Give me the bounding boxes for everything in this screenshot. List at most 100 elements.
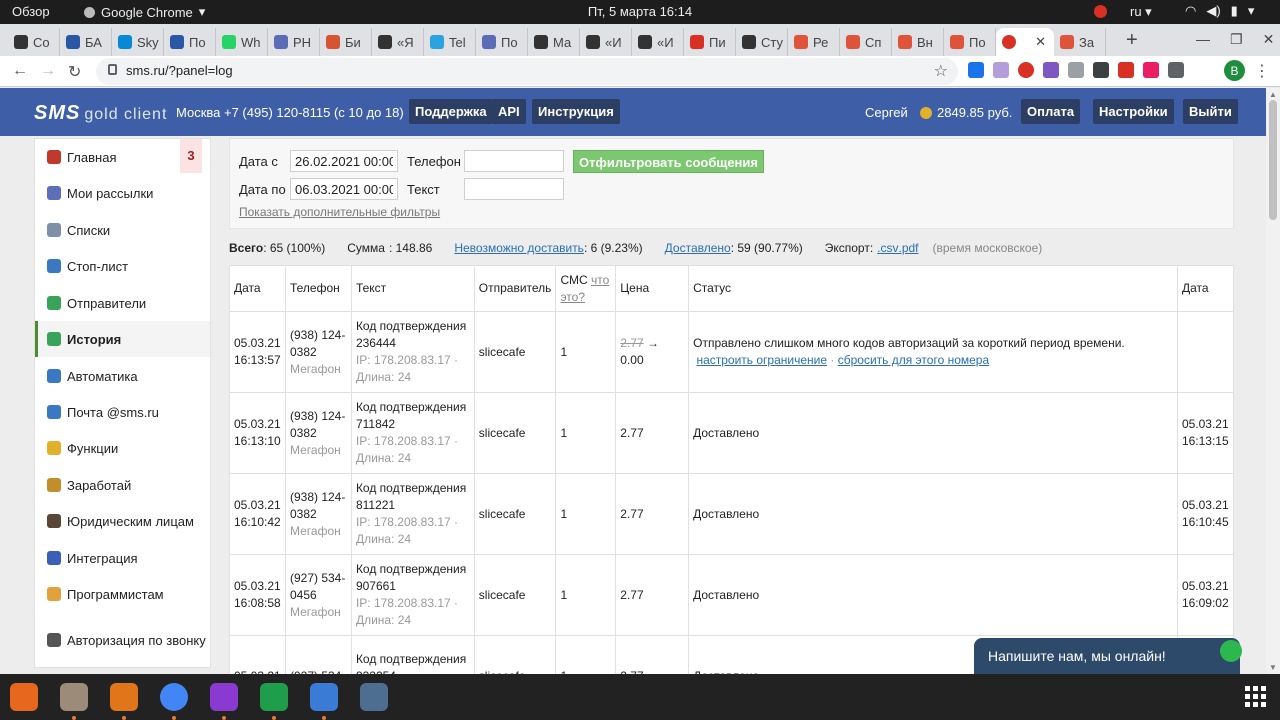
maximize-icon[interactable]: ❐ <box>1230 31 1243 48</box>
browser-tab[interactable]: Ре <box>788 28 840 56</box>
sidebar-item-6[interactable]: Автоматика <box>35 358 210 394</box>
undeliverable-link[interactable]: Невозможно доставить <box>454 241 584 255</box>
date-from-input[interactable] <box>290 150 398 172</box>
extension-pen-icon[interactable] <box>1043 62 1059 78</box>
scrollbar-thumb[interactable] <box>1269 100 1277 220</box>
forward-icon[interactable]: → <box>40 62 56 80</box>
system-top-bar: Обзор Google Chrome ▾ Пт, 5 марта 16:14 … <box>0 0 1280 24</box>
page-scrollbar[interactable]: ▲ ▼ <box>1266 88 1280 674</box>
browser-tab[interactable]: «Я <box>372 28 424 56</box>
system-status-area[interactable]: ◠ ◀) ▮ ▾ <box>1185 3 1254 19</box>
browser-tab[interactable]: Сп <box>840 28 892 56</box>
new-tab-button[interactable]: + <box>1126 29 1138 52</box>
dock-editor-icon[interactable] <box>310 683 338 711</box>
close-window-icon[interactable]: ✕ <box>1263 31 1275 48</box>
url-text[interactable]: sms.ru/?panel=log <box>126 63 233 78</box>
sidebar-item-10[interactable]: Юридическим лицам <box>35 503 210 539</box>
sidebar-item-12[interactable]: Программистам <box>35 576 210 612</box>
settings-button[interactable]: Настройки <box>1093 99 1174 124</box>
back-icon[interactable]: ← <box>12 62 28 80</box>
sidebar-item-0[interactable]: Главная 3 <box>35 139 210 175</box>
chat-widget[interactable]: Напишите нам, мы онлайн! <box>974 638 1242 674</box>
sidebar-item-5[interactable]: История <box>35 321 210 357</box>
browser-tab[interactable]: За <box>1054 28 1106 56</box>
browser-tab[interactable]: По <box>164 28 216 56</box>
browser-tab[interactable]: Wh <box>216 28 268 56</box>
instructions-button[interactable]: Инструкция <box>532 99 620 124</box>
dock-firefox-icon[interactable] <box>10 683 38 711</box>
sidebar-item-4[interactable]: Отправители <box>35 285 210 321</box>
phone-input[interactable] <box>464 150 564 172</box>
browser-tab[interactable]: По <box>476 28 528 56</box>
extension-square-icon[interactable] <box>1143 62 1159 78</box>
tab-close-icon[interactable]: ✕ <box>1035 34 1046 50</box>
sidebar-item-1[interactable]: Мои рассылки <box>35 175 210 211</box>
bookmark-star-icon[interactable]: ☆ <box>934 61 948 81</box>
tab-title: За <box>1079 34 1095 50</box>
minimize-icon[interactable]: — <box>1196 31 1210 48</box>
tab-favicon-icon <box>430 35 444 49</box>
reload-icon[interactable]: ↻ <box>68 62 81 82</box>
browser-tab[interactable]: Пи <box>684 28 736 56</box>
support-button[interactable]: Поддержка <box>409 99 493 124</box>
browser-tab[interactable]: Ма <box>528 28 580 56</box>
dock-sublime-icon[interactable] <box>110 683 138 711</box>
sidebar-item-9[interactable]: Заработай <box>35 467 210 503</box>
pay-button[interactable]: Оплата <box>1021 99 1081 124</box>
reset-number-link[interactable]: сбросить для этого номера <box>838 353 989 367</box>
scroll-down-icon[interactable]: ▼ <box>1269 663 1277 672</box>
address-bar[interactable]: sms.ru/?panel=log ☆ <box>96 58 958 85</box>
browser-tab[interactable]: «И <box>632 28 684 56</box>
profile-avatar[interactable]: B <box>1224 60 1245 81</box>
extension-camera-icon[interactable] <box>1068 62 1084 78</box>
extension-wave-icon[interactable] <box>993 62 1009 78</box>
api-button[interactable]: API <box>492 99 526 124</box>
browser-menu-icon[interactable]: ⋮ <box>1254 61 1270 81</box>
balance[interactable]: 2849.85 руб. <box>920 105 1012 120</box>
sidebar-item-3[interactable]: Стоп-лист <box>35 248 210 284</box>
browser-tab[interactable]: Би <box>320 28 372 56</box>
sidebar-item-11[interactable]: Интеграция <box>35 540 210 576</box>
adblock-icon[interactable] <box>1018 62 1034 78</box>
app-menu[interactable]: Google Chrome ▾ <box>84 4 205 20</box>
delivered-link[interactable]: Доставлено <box>665 241 731 255</box>
activities-button[interactable]: Обзор <box>12 4 50 19</box>
browser-tab[interactable]: Sky <box>112 28 164 56</box>
browser-tab[interactable]: По <box>944 28 996 56</box>
extension-s-icon[interactable] <box>1118 62 1134 78</box>
browser-tab-active[interactable]: ✕ <box>996 28 1054 56</box>
logo[interactable]: SMS gold client <box>34 102 167 125</box>
date-to-input[interactable] <box>290 178 398 200</box>
logout-button[interactable]: Выйти <box>1183 99 1238 124</box>
extension-flag-icon[interactable] <box>968 62 984 78</box>
extension-leaf-icon[interactable] <box>1093 62 1109 78</box>
dock-other-icon[interactable] <box>360 683 388 711</box>
dock-files-icon[interactable] <box>60 683 88 711</box>
browser-tab[interactable]: БА <box>60 28 112 56</box>
browser-tab[interactable]: PH <box>268 28 320 56</box>
more-filters-link[interactable]: Показать дополнительные фильтры <box>239 205 440 219</box>
sidebar-item-2[interactable]: Списки <box>35 212 210 248</box>
export-csv-link[interactable]: .csv <box>877 241 898 255</box>
record-indicator-icon[interactable] <box>1094 5 1107 18</box>
browser-tab[interactable]: Co <box>8 28 60 56</box>
keyboard-layout[interactable]: ru ▾ <box>1130 4 1152 20</box>
scroll-up-icon[interactable]: ▲ <box>1269 90 1277 99</box>
extensions-puzzle-icon[interactable] <box>1168 62 1184 78</box>
export-pdf-link[interactable]: .pdf <box>899 241 919 255</box>
dock-calc-icon[interactable] <box>260 683 288 711</box>
sidebar-item-7[interactable]: Почта @sms.ru <box>35 394 210 430</box>
browser-tab[interactable]: Tel <box>424 28 476 56</box>
sidebar-item-13[interactable]: Авторизация по звонку <box>35 613 210 667</box>
dock-chrome-icon[interactable] <box>160 683 188 711</box>
browser-tab[interactable]: «И <box>580 28 632 56</box>
text-input[interactable] <box>464 178 564 200</box>
configure-limit-link[interactable]: настроить ограничение <box>696 353 827 367</box>
user-name[interactable]: Сергей <box>865 105 908 120</box>
filter-submit-button[interactable]: Отфильтровать сообщения <box>573 150 764 173</box>
dock-phpstorm-icon[interactable] <box>210 683 238 711</box>
browser-tab[interactable]: Вн <box>892 28 944 56</box>
sidebar-item-8[interactable]: Функции <box>35 430 210 466</box>
show-apps-icon[interactable] <box>1245 686 1266 707</box>
browser-tab[interactable]: Сту <box>736 28 788 56</box>
